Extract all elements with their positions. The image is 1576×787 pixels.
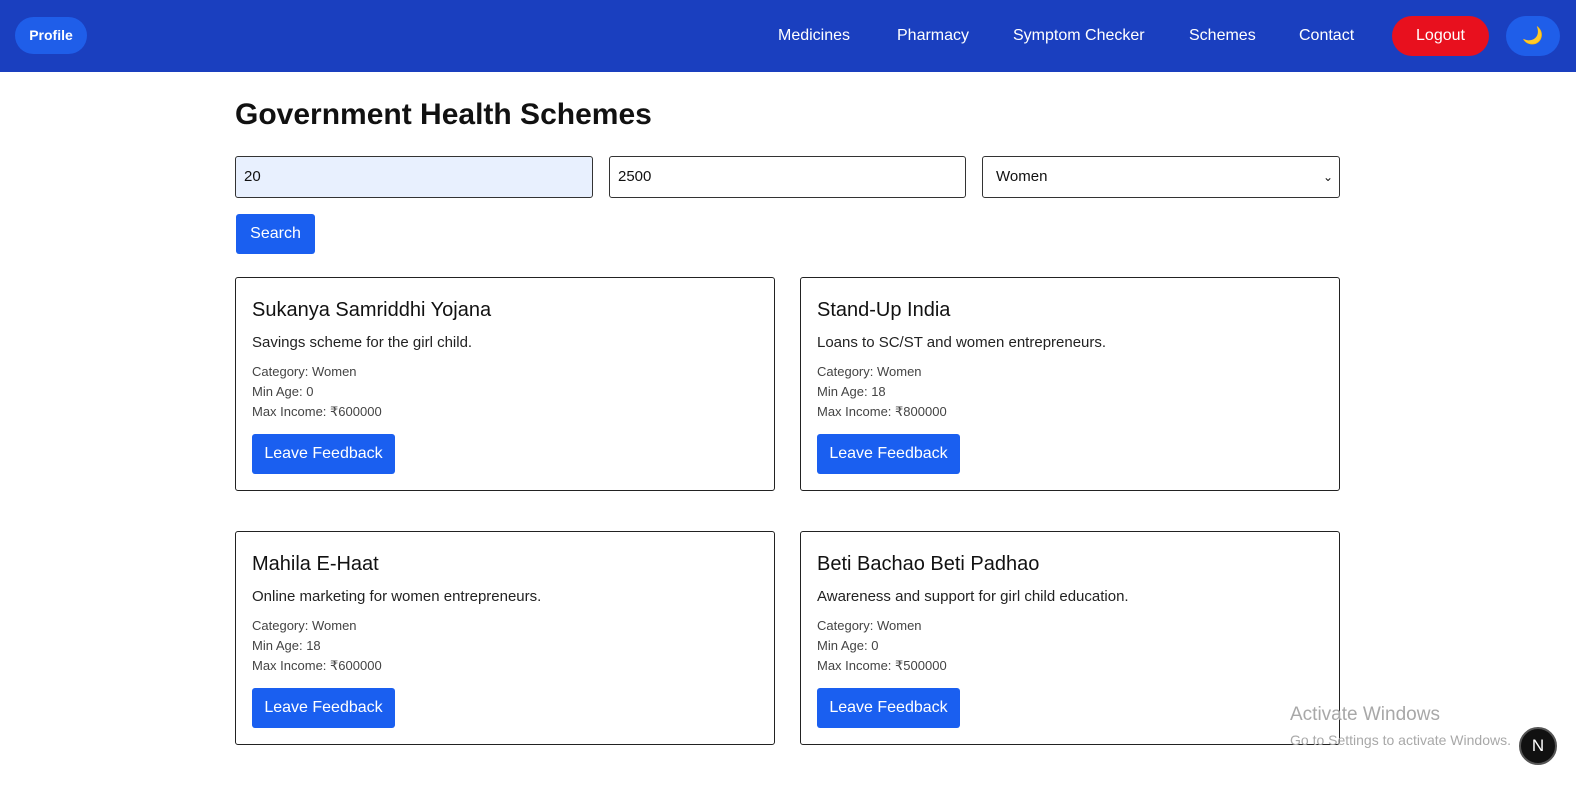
scheme-description: Savings scheme for the girl child. — [252, 334, 473, 351]
scheme-title: Stand-Up India — [817, 299, 951, 321]
leave-feedback-button[interactable]: Leave Feedback — [252, 688, 395, 728]
scheme-min-age: Min Age: 0 — [817, 638, 879, 653]
watermark-title: Activate Windows — [1290, 704, 1440, 725]
income-input[interactable]: 2500 — [609, 156, 966, 198]
dev-tools-badge[interactable]: N — [1519, 727, 1557, 765]
leave-feedback-button[interactable]: Leave Feedback — [817, 434, 960, 474]
nav-link-symptom-checker[interactable]: Symptom Checker — [1013, 26, 1145, 46]
moon-icon: 🌙 — [1522, 26, 1544, 45]
logout-button[interactable]: Logout — [1392, 16, 1489, 56]
scheme-title: Sukanya Samriddhi Yojana — [252, 299, 492, 321]
theme-toggle-button[interactable]: 🌙 — [1506, 16, 1560, 56]
scheme-min-age: Min Age: 18 — [252, 638, 321, 653]
scheme-category: Category: Women — [817, 618, 922, 633]
chevron-down-icon: ⌄ — [1322, 170, 1333, 184]
scheme-description: Loans to SC/ST and women entrepreneurs. — [817, 334, 1107, 351]
scheme-card: Mahila E-Haat Online marketing for women… — [235, 531, 775, 745]
scheme-min-age: Min Age: 0 — [252, 384, 314, 399]
scheme-max-income: Max Income: ₹600000 — [252, 404, 382, 419]
nav-link-contact[interactable]: Contact — [1299, 26, 1354, 46]
profile-button[interactable]: Profile — [15, 17, 87, 54]
scheme-min-age: Min Age: 18 — [817, 384, 886, 399]
scheme-max-income: Max Income: ₹800000 — [817, 404, 947, 419]
nav-link-medicines[interactable]: Medicines — [778, 26, 850, 46]
age-input[interactable]: 20 — [235, 156, 593, 198]
page-title: Government Health Schemes — [235, 98, 652, 131]
scheme-category: Category: Women — [252, 364, 357, 379]
scheme-description: Awareness and support for girl child edu… — [817, 588, 1129, 605]
scheme-title: Beti Bachao Beti Padhao — [817, 553, 1040, 575]
scheme-description: Online marketing for women entrepreneurs… — [252, 588, 542, 605]
nav-link-pharmacy[interactable]: Pharmacy — [897, 26, 969, 46]
category-selected-value: Women — [996, 168, 1048, 185]
leave-feedback-button[interactable]: Leave Feedback — [817, 688, 960, 728]
nav-link-schemes[interactable]: Schemes — [1189, 26, 1256, 46]
search-button[interactable]: Search — [236, 214, 315, 254]
scheme-card: Stand-Up India Loans to SC/ST and women … — [800, 277, 1340, 491]
scheme-card: Sukanya Samriddhi Yojana Savings scheme … — [235, 277, 775, 491]
scheme-max-income: Max Income: ₹500000 — [817, 658, 947, 673]
scheme-category: Category: Women — [817, 364, 922, 379]
scheme-max-income: Max Income: ₹600000 — [252, 658, 382, 673]
scheme-title: Mahila E-Haat — [252, 553, 379, 575]
top-navbar: Profile Medicines Pharmacy Symptom Check… — [0, 0, 1576, 72]
category-select[interactable]: Women ⌄ — [982, 156, 1340, 198]
leave-feedback-button[interactable]: Leave Feedback — [252, 434, 395, 474]
scheme-card: Beti Bachao Beti Padhao Awareness and su… — [800, 531, 1340, 745]
watermark-subtitle: Go to Settings to activate Windows. — [1290, 732, 1511, 748]
activate-windows-watermark: Activate Windows Go to Settings to activ… — [1290, 703, 1511, 749]
scheme-category: Category: Women — [252, 618, 357, 633]
